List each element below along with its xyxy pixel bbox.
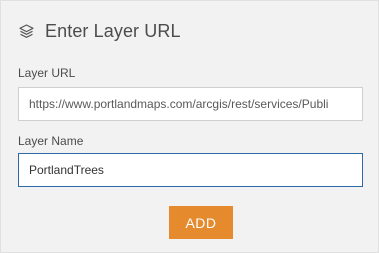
layer-name-label: Layer Name xyxy=(18,134,84,148)
panel-title: Enter Layer URL xyxy=(45,20,181,41)
layer-url-label: Layer URL xyxy=(18,66,76,80)
enter-layer-url-panel: Enter Layer URL Layer URL Layer Name ADD xyxy=(0,0,379,253)
add-button[interactable]: ADD xyxy=(169,206,233,239)
layer-name-input[interactable] xyxy=(18,153,363,187)
layers-icon xyxy=(18,23,35,40)
panel-header: Enter Layer URL xyxy=(18,18,181,44)
layer-url-input[interactable] xyxy=(18,87,363,121)
